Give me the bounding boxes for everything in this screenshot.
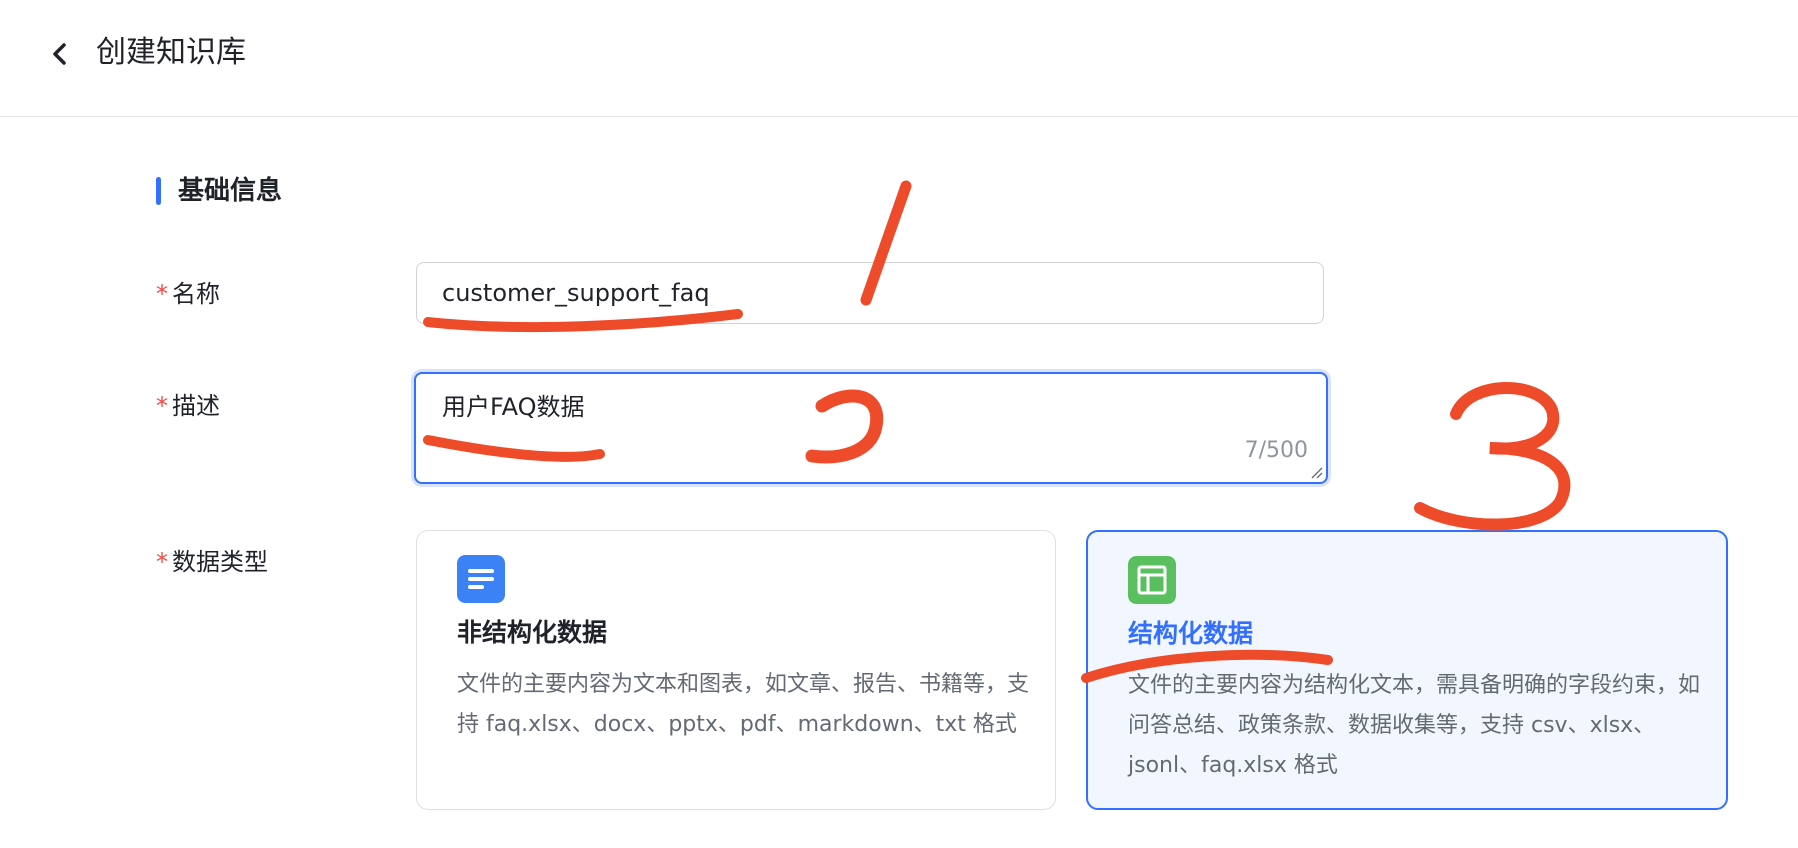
document-icon [457, 555, 505, 603]
card-description: 文件的主要内容为结构化文本，需具备明确的字段约束，如问答总结、政策条款、数据收集… [1128, 673, 1701, 778]
data-type-label: * 数据类型 [156, 545, 268, 579]
description-textarea[interactable]: 用户FAQ数据 7/500 [414, 372, 1328, 484]
data-type-card-structured[interactable]: 结构化数据 文件的主要内容为结构化文本，需具备明确的字段约束，如问答总结、政策条… [1086, 530, 1728, 810]
description-label: * 描述 [156, 389, 220, 423]
card-description: 文件的主要内容为文本和图表，如文章、报告、书籍等，支持 faq.xlsx、doc… [457, 672, 1030, 737]
char-count: 7/500 [1244, 438, 1308, 463]
page-title: 创建知识库 [96, 35, 246, 70]
required-mark: * [156, 548, 168, 576]
section-accent-bar [156, 177, 161, 205]
name-label: * 名称 [156, 277, 220, 311]
description-label-text: 描述 [172, 392, 220, 420]
back-arrow-icon[interactable] [42, 36, 78, 72]
card-title: 非结构化数据 [457, 618, 608, 647]
card-title: 结构化数据 [1128, 619, 1254, 648]
data-type-card-unstructured[interactable]: 非结构化数据 文件的主要内容为文本和图表，如文章、报告、书籍等，支持 faq.x… [416, 530, 1056, 810]
description-value: 用户FAQ数据 [442, 393, 585, 421]
name-label-text: 名称 [172, 280, 220, 308]
required-mark: * [156, 280, 168, 308]
resize-handle-icon[interactable] [1309, 465, 1323, 479]
top-bar: 创建知识库 [0, 0, 1798, 117]
required-mark: * [156, 392, 168, 420]
name-input-value: customer_support_faq [442, 279, 710, 307]
name-input[interactable]: customer_support_faq [416, 262, 1324, 324]
data-type-label-text: 数据类型 [172, 548, 268, 576]
annotation-mark-3 [1414, 382, 1571, 531]
table-icon [1128, 556, 1176, 604]
section-title: 基础信息 [178, 176, 283, 206]
